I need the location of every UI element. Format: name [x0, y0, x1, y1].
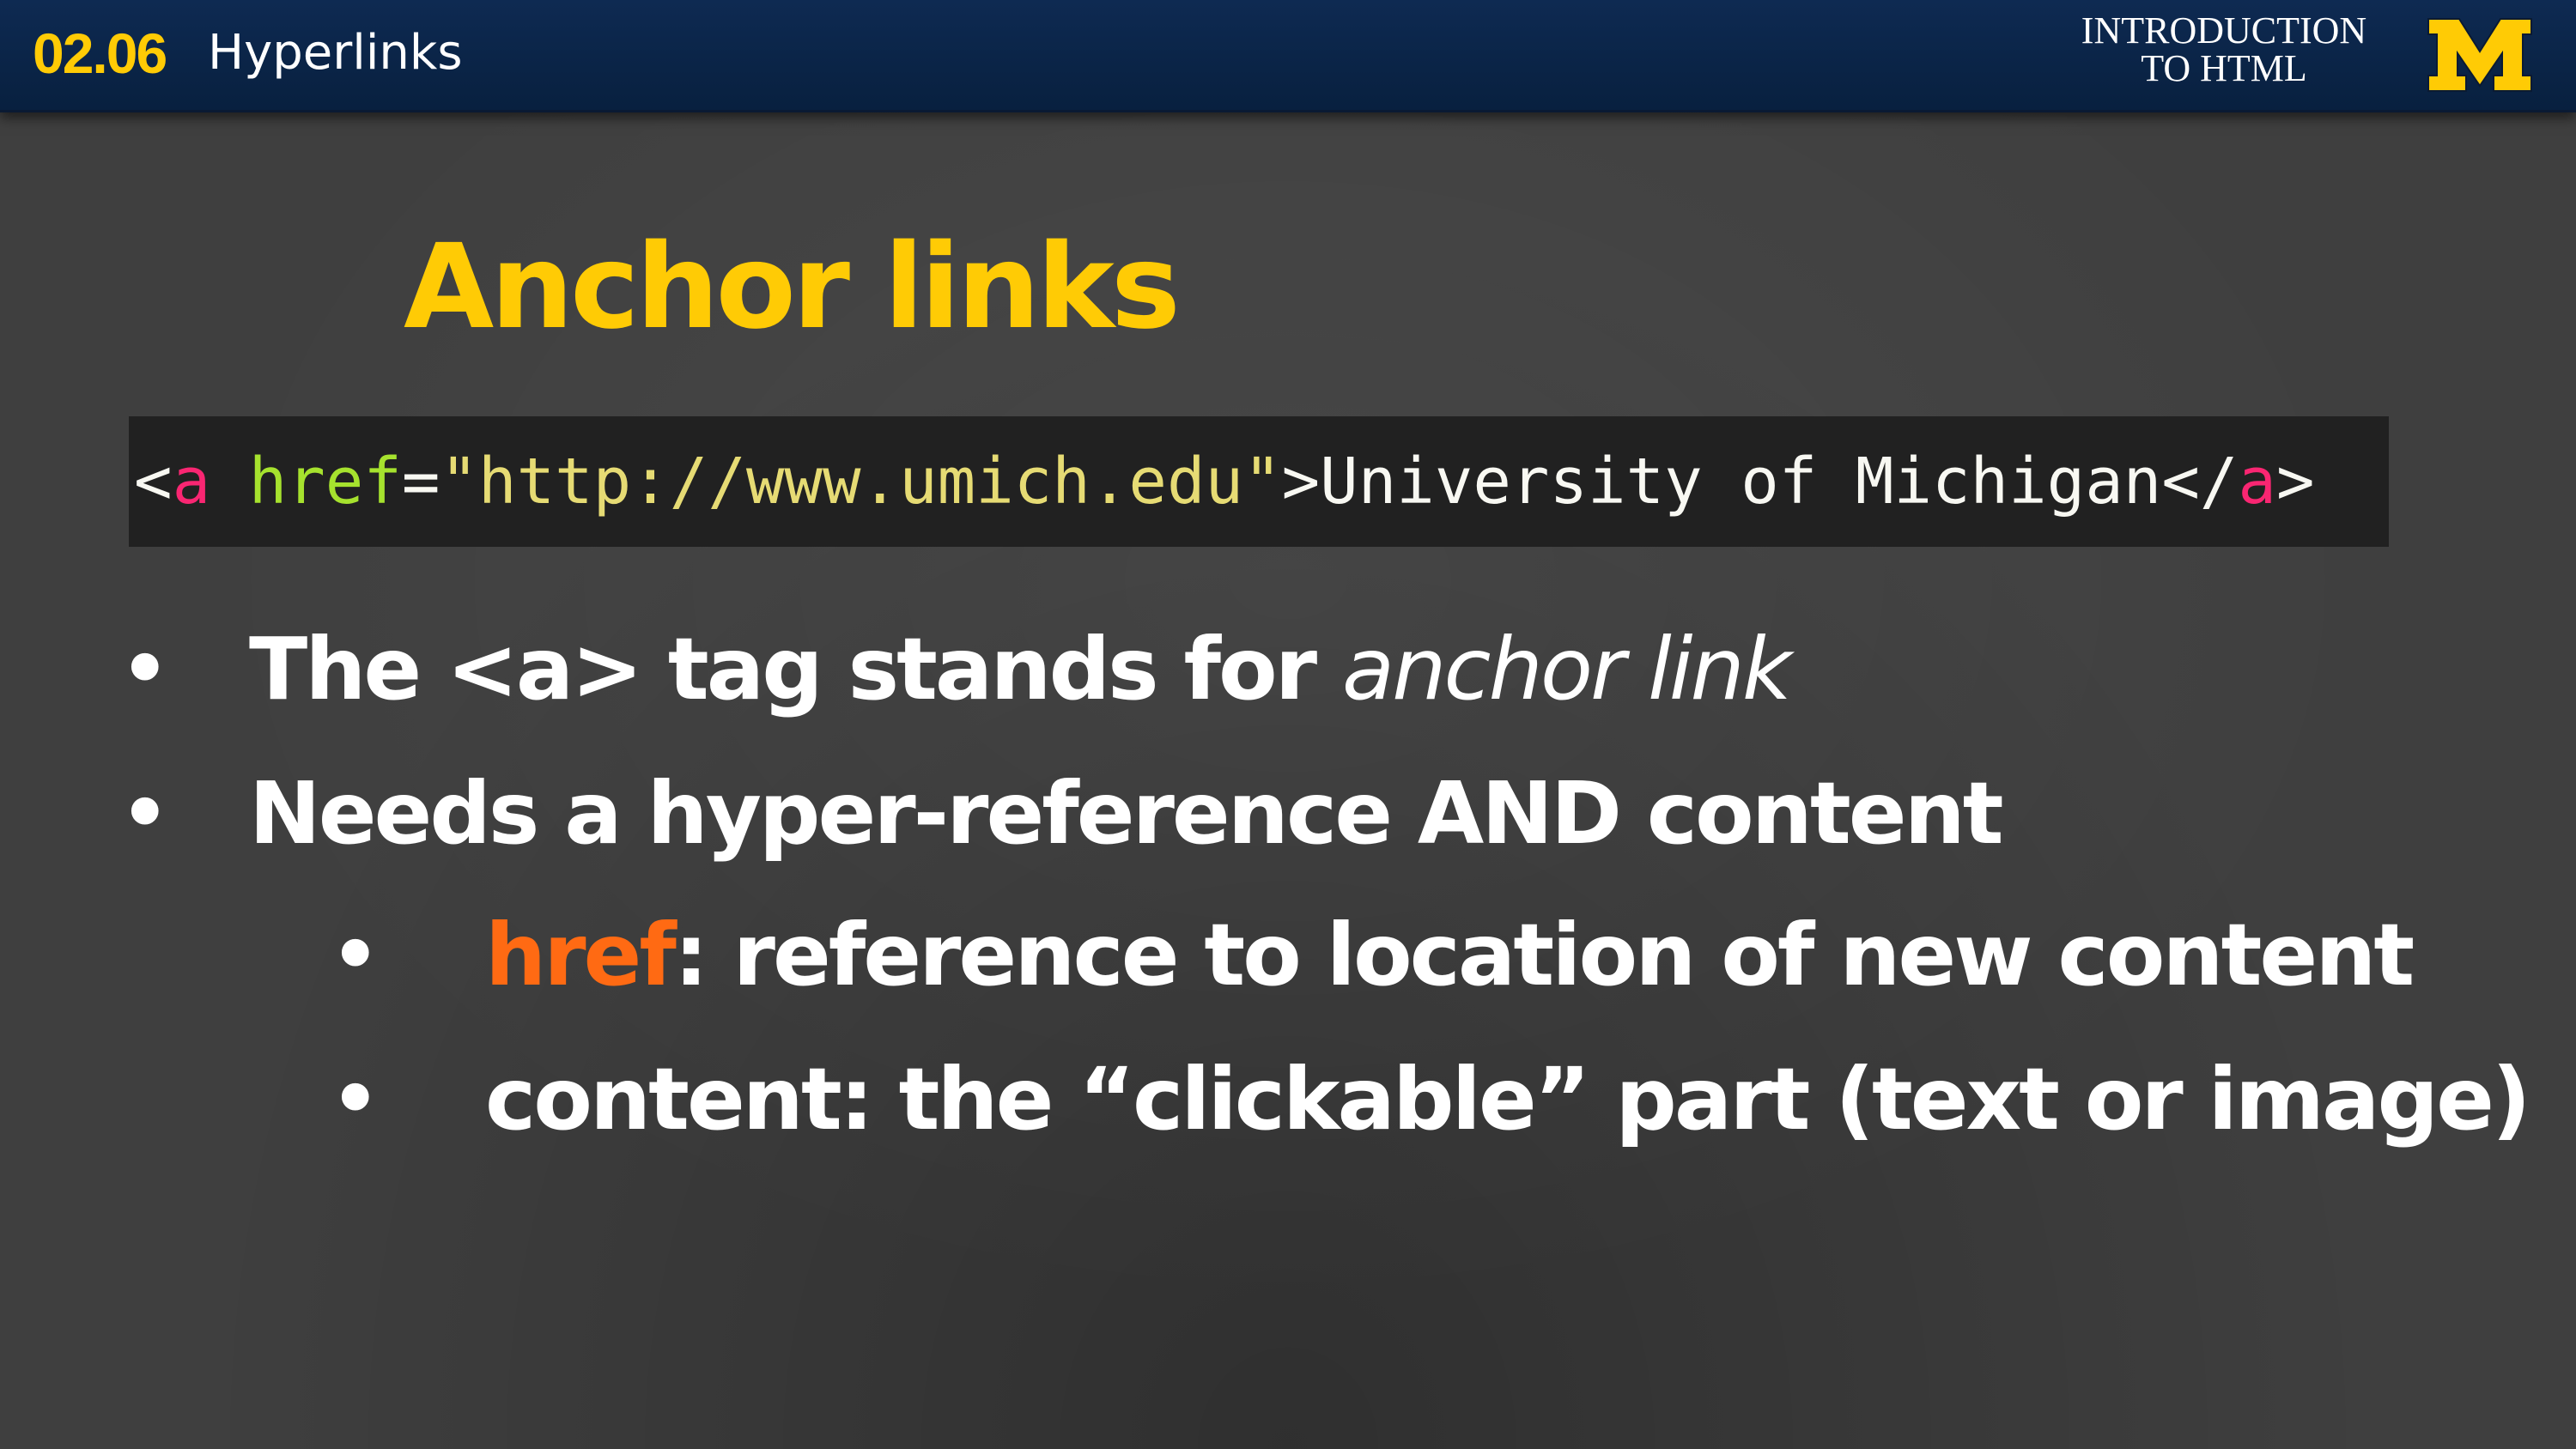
bullet-text: href: reference to location of new conte…	[485, 900, 2415, 1011]
lesson-number: 02.06	[33, 21, 167, 85]
university-logo-icon	[2427, 18, 2532, 92]
code-equals: =	[401, 445, 440, 518]
bullet-dot: •	[120, 624, 170, 714]
course-title: INTRODUCTION TO HTML	[2044, 12, 2404, 88]
code-link-text: University of Michigan	[1320, 445, 2162, 518]
code-end-close: >	[2275, 445, 2315, 518]
code-tag-open: a	[172, 445, 211, 518]
code-tag-close: a	[2238, 445, 2276, 518]
slide-title: Anchor links	[404, 220, 1181, 355]
bullet-dot: •	[120, 768, 170, 858]
code-example: <a href="http://www.umich.edu">Universit…	[129, 416, 2389, 547]
bullet-text: Needs a hyper-reference AND content	[249, 763, 2004, 864]
bullet-dot: •	[331, 1054, 380, 1144]
code-close-bracket: >	[1281, 445, 1321, 518]
header-bar: 02.06 Hyperlinks INTRODUCTION TO HTML	[0, 0, 2576, 112]
bullet-text-main: : reference to location of new content	[673, 905, 2415, 1005]
course-title-line2: TO HTML	[2141, 47, 2307, 89]
bullet-highlight: href	[485, 905, 677, 1005]
bullet-text-main: The <a> tag stands for	[249, 619, 1342, 719]
code-open-bracket: <	[134, 445, 173, 518]
lesson-title: Hyperlinks	[208, 25, 463, 81]
code-attribute-value: "http://www.umich.edu"	[440, 445, 1282, 518]
code-end-open: </	[2161, 445, 2239, 518]
bullet-text-italic: anchor link	[1341, 619, 1792, 719]
bullet-text: content: the “clickable” part (text or i…	[485, 1049, 2531, 1149]
bullet-dot: •	[331, 910, 380, 1000]
course-title-line1: INTRODUCTION	[2081, 9, 2367, 52]
bullet-text: The <a> tag stands for anchor link	[249, 614, 1792, 725]
code-attribute: href	[248, 445, 402, 518]
